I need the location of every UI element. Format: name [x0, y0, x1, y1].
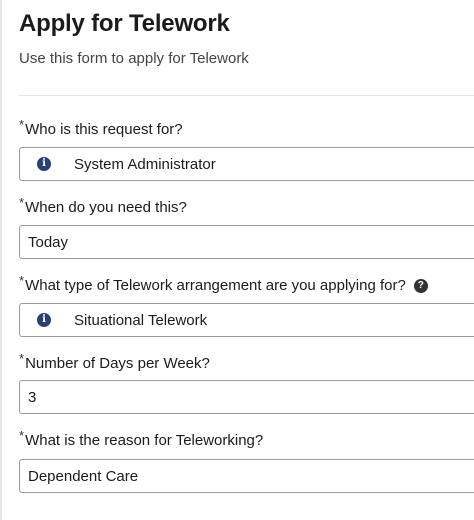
days-per-week-value: 3 [28, 388, 37, 406]
telework-reason-field[interactable]: Dependent Care [19, 459, 474, 493]
field-label-when-needed: * When do you need this? [19, 195, 187, 216]
required-marker: * [19, 117, 25, 132]
field-label-days-per-week: * Number of Days per Week? [19, 351, 210, 372]
field-label-text: When do you need this? [25, 199, 187, 216]
field-label-arrangement-type: * What type of Telework arrangement are … [19, 273, 428, 294]
telework-reason-value: Dependent Care [28, 467, 139, 485]
required-marker: * [19, 273, 25, 288]
page-title: Apply for Telework [19, 10, 230, 37]
arrangement-type-value: Situational Telework [74, 311, 208, 329]
question-icon[interactable]: ? [413, 279, 428, 293]
field-label-request-for: * Who is this request for? [19, 117, 183, 138]
field-label-telework-reason: * What is the reason for Teleworking? [19, 428, 264, 449]
required-marker: * [19, 351, 25, 366]
request-for-value: System Administrator [74, 155, 216, 173]
header-divider [19, 95, 474, 96]
days-per-week-field[interactable]: 3 [19, 380, 474, 414]
request-for-field[interactable]: i System Administrator [19, 147, 474, 181]
arrangement-type-field[interactable]: i Situational Telework [19, 303, 474, 337]
required-marker: * [19, 195, 25, 210]
field-label-text: What type of Telework arrangement are yo… [25, 277, 406, 294]
when-needed-field[interactable]: Today [19, 225, 474, 259]
field-label-text: Who is this request for? [25, 121, 183, 138]
telework-form-page: Apply for Telework Use this form to appl… [0, 0, 474, 520]
required-marker: * [19, 428, 25, 443]
field-label-text: What is the reason for Teleworking? [25, 432, 264, 449]
page-subtitle: Use this form to apply for Telework [19, 50, 249, 67]
info-icon[interactable]: i [37, 157, 51, 171]
left-edge-rule [0, 0, 2, 520]
when-needed-value: Today [28, 233, 69, 251]
field-label-text: Number of Days per Week? [25, 355, 210, 372]
info-icon[interactable]: i [37, 313, 51, 327]
